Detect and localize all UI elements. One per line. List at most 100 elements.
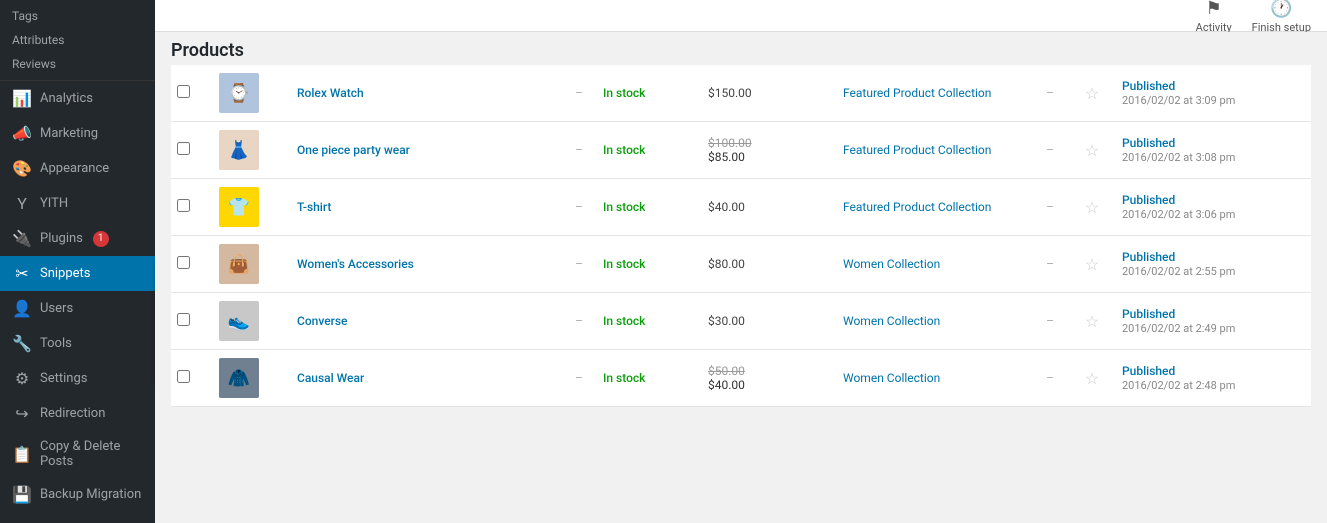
dash1-cell: – [561,293,597,350]
sidebar-label-appearance: Appearance [40,161,109,176]
category-cell: Featured Product Collection [837,122,1032,179]
category-link[interactable]: Women Collection [843,257,940,271]
category-cell: Featured Product Collection [837,179,1032,236]
sidebar-label-snippets: Snippets [40,266,91,281]
row-checkbox[interactable] [177,142,190,155]
dash2-cell: – [1032,293,1068,350]
row-checkbox[interactable] [177,199,190,212]
badge-plugins: 1 [93,231,109,247]
stock-status: In stock [603,257,645,271]
sidebar-item-backup-migration[interactable]: 💾 Backup Migration [0,477,155,512]
star-icon[interactable]: ☆ [1085,312,1099,331]
main-area: ⚑ Activity 🕐 Finish setup Products ⌚ Rol… [155,0,1327,523]
star-icon[interactable]: ☆ [1085,84,1099,103]
sidebar-items: 📊Analytics📣Marketing🎨AppearanceYYITH🔌Plu… [0,81,155,512]
product-thumb: ⌚ [219,73,259,113]
sidebar-link-tags[interactable]: Tags [0,4,155,28]
table-row: 👕 T-shirt – In stock $40.00 Featured Pro… [171,179,1311,236]
product-name-link[interactable]: Causal Wear [297,371,364,385]
category-link[interactable]: Featured Product Collection [843,143,991,157]
row-checkbox[interactable] [177,313,190,326]
stock-cell: In stock [597,236,702,293]
published-cell: Published 2016/02/02 at 2:55 pm [1116,236,1311,293]
row-checkbox[interactable] [177,85,190,98]
star-icon[interactable]: ☆ [1085,141,1099,160]
snippets-icon: ✂ [12,264,32,283]
sidebar-item-copy-delete-posts[interactable]: 📋Copy & Delete Posts [0,431,155,477]
row-checkbox-cell [171,122,213,179]
sidebar-item-yith[interactable]: YYITH [0,186,155,221]
products-area: ⌚ Rolex Watch – In stock $150.00 Feature… [155,65,1327,523]
sidebar-label-users: Users [40,301,73,316]
sidebar-label-copy-delete-posts: Copy & Delete Posts [40,439,143,469]
product-thumb-cell: 🧥 [213,350,291,407]
star-icon[interactable]: ☆ [1085,255,1099,274]
stock-cell: In stock [597,350,702,407]
row-checkbox-cell [171,179,213,236]
sidebar-item-analytics[interactable]: 📊Analytics [0,81,155,116]
product-thumb-cell: 👟 [213,293,291,350]
product-name-link[interactable]: T-shirt [297,200,331,214]
category-link[interactable]: Featured Product Collection [843,200,991,214]
price-cell: $30.00 [702,293,837,350]
table-row: 👜 Women's Accessories – In stock $80.00 … [171,236,1311,293]
finish-setup-button[interactable]: 🕐 Finish setup [1252,0,1311,34]
product-name-cell: Converse [291,293,561,350]
product-name-cell: T-shirt [291,179,561,236]
category-link[interactable]: Women Collection [843,371,940,385]
star-icon[interactable]: ☆ [1085,198,1099,217]
sidebar-item-tools[interactable]: 🔧Tools [0,326,155,361]
sidebar-item-marketing[interactable]: 📣 Marketing [0,116,155,151]
product-name-link[interactable]: Rolex Watch [297,86,364,100]
product-name-cell: Causal Wear [291,350,561,407]
price-regular: $100.00 [708,136,831,150]
stock-status: In stock [603,314,645,328]
sidebar-label-marketing: Marketing [40,126,98,141]
sidebar-label-settings: Settings [40,371,87,386]
backup-migration-icon: 💾 [12,485,32,504]
product-thumb-cell: 👜 [213,236,291,293]
marketing-icon: 📣 [12,124,32,143]
sidebar-item-appearance[interactable]: 🎨Appearance [0,151,155,186]
sidebar-item-users[interactable]: 👤Users [0,291,155,326]
sidebar-link-reviews[interactable]: Reviews [0,52,155,76]
product-name-cell: One piece party wear [291,122,561,179]
product-thumb: 👗 [219,130,259,170]
table-row: ⌚ Rolex Watch – In stock $150.00 Feature… [171,65,1311,122]
star-cell: ☆ [1068,122,1116,179]
sidebar-item-snippets[interactable]: ✂SnippetsAll SnippetsAdd NewImportSettin… [0,256,155,291]
sidebar-link-attributes[interactable]: Attributes [0,28,155,52]
stock-status: In stock [603,86,645,100]
publish-date: 2016/02/02 at 2:49 pm [1122,322,1235,335]
category-link[interactable]: Women Collection [843,314,940,328]
sidebar-item-plugins[interactable]: 🔌Plugins1 [0,221,155,256]
dash2-cell: – [1032,236,1068,293]
dash2-cell: – [1032,122,1068,179]
product-name-link[interactable]: One piece party wear [297,143,410,157]
product-name-link[interactable]: Women's Accessories [297,257,414,271]
product-name-cell: Rolex Watch [291,65,561,122]
stock-status: In stock [603,143,645,157]
star-cell: ☆ [1068,179,1116,236]
stock-status: In stock [603,200,645,214]
product-thumb: 🧥 [219,358,259,398]
publish-status: Published [1122,307,1175,321]
product-name-link[interactable]: Converse [297,314,347,328]
category-link[interactable]: Featured Product Collection [843,86,991,100]
price-cell: $150.00 [702,65,837,122]
stock-cell: In stock [597,179,702,236]
row-checkbox[interactable] [177,256,190,269]
sidebar-item-settings[interactable]: ⚙Settings [0,361,155,396]
row-checkbox[interactable] [177,370,190,383]
sidebar: Tags Attributes Reviews 📊Analytics 📣 Marke… [0,0,155,523]
activity-button[interactable]: ⚑ Activity [1196,0,1232,34]
price-sale: $150.00 [708,86,752,100]
sidebar-label-plugins: Plugins [40,231,83,246]
row-checkbox-cell [171,65,213,122]
publish-status: Published [1122,193,1175,207]
sidebar-item-redirection[interactable]: ↪Redirection [0,396,155,431]
star-icon[interactable]: ☆ [1085,369,1099,388]
sidebar-label-backup-migration: Backup Migration [40,487,141,502]
publish-date: 2016/02/02 at 2:48 pm [1122,379,1235,392]
publish-status: Published [1122,79,1175,93]
